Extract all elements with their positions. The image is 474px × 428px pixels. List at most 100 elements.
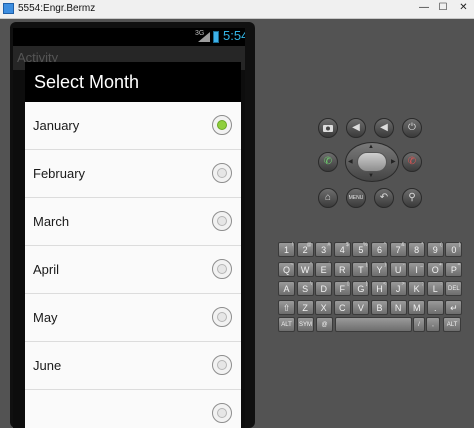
month-option[interactable]: March	[25, 198, 241, 246]
month-radio-button[interactable]	[212, 163, 232, 183]
key-0-2[interactable]: 3 #	[315, 242, 333, 257]
key-3-2[interactable]: X	[315, 300, 333, 315]
key-label: P	[450, 265, 457, 275]
month-option[interactable]: February	[25, 150, 241, 198]
key-2-0[interactable]: A	[278, 281, 295, 296]
key-label: H	[376, 284, 383, 294]
search-button[interactable]: ⚲	[402, 188, 422, 208]
minimize-button[interactable]: —	[415, 1, 433, 15]
key-alt-label: _	[420, 262, 424, 268]
alt-right-key[interactable]: ALT	[443, 317, 461, 332]
key-2-5[interactable]: H <	[371, 281, 388, 296]
key-3-0[interactable]: ⇧	[278, 300, 295, 315]
month-radio-button[interactable]	[212, 259, 232, 279]
speaker-low-icon: ◀	[352, 122, 360, 133]
key-alt-label: @	[306, 242, 312, 248]
volume-down-button[interactable]: ◀	[346, 118, 366, 138]
key-0-8[interactable]: 9(	[426, 242, 444, 257]
home-button[interactable]: ⌂	[318, 188, 338, 208]
key-3-7[interactable]: M	[408, 300, 426, 315]
phone-answer-icon: ✆	[323, 156, 333, 167]
space-key[interactable]	[335, 317, 412, 332]
key-label: 3	[321, 245, 327, 255]
month-radio-button[interactable]	[212, 307, 232, 327]
key-1-3[interactable]: R	[333, 262, 351, 277]
month-option[interactable]: June	[25, 342, 241, 390]
key-label: 6	[376, 245, 382, 255]
end-call-button[interactable]: ✆	[402, 152, 422, 172]
month-label: June	[33, 358, 62, 373]
key-3-5[interactable]: B	[371, 300, 388, 315]
dpad-left-icon: ◀	[348, 159, 353, 165]
key-3-3[interactable]: C	[333, 300, 351, 315]
comma-key[interactable]: ,	[426, 317, 440, 332]
key-3-1[interactable]: Z	[296, 300, 314, 315]
key-3-8[interactable]: .	[426, 300, 444, 315]
key-3-9[interactable]: ↵	[445, 300, 463, 315]
key-alt-label: #	[327, 242, 331, 248]
month-option[interactable]	[25, 390, 241, 428]
key-label: W	[300, 265, 310, 275]
key-label: E	[320, 265, 327, 275]
camera-button[interactable]	[318, 118, 338, 138]
key-3-6[interactable]: N	[389, 300, 407, 315]
key-2-4[interactable]: G]	[352, 281, 370, 296]
key-2-2[interactable]: D	[315, 281, 333, 296]
back-button[interactable]: ↶	[374, 188, 394, 208]
key-1-7[interactable]: I _	[408, 262, 426, 277]
key-label: Q	[282, 265, 290, 275]
key-2-8[interactable]: L:	[426, 281, 444, 296]
key-2-7[interactable]: K;	[408, 281, 426, 296]
key-alt-label: <	[383, 281, 386, 287]
at-key[interactable]: @	[316, 317, 333, 332]
month-option[interactable]: January	[25, 102, 241, 150]
month-radio-button[interactable]	[212, 403, 232, 423]
key-label: 1	[283, 245, 289, 255]
radio-indicator	[217, 168, 227, 178]
key-0-9[interactable]: 0)	[445, 242, 463, 257]
key-0-3[interactable]: 4 $	[333, 242, 351, 257]
key-1-5[interactable]: Y}	[371, 262, 388, 277]
month-option[interactable]: May	[25, 294, 241, 342]
month-radio-button[interactable]	[212, 115, 232, 135]
dpad-center-button[interactable]	[357, 152, 387, 172]
key-2-3[interactable]: F[	[333, 281, 351, 296]
key-alt-label: -	[402, 262, 405, 268]
month-radio-button[interactable]	[212, 355, 232, 375]
key-3-4[interactable]: V	[352, 300, 370, 315]
call-button[interactable]: ✆	[318, 152, 338, 172]
key-1-2[interactable]: E ´	[315, 262, 333, 277]
key-1-8[interactable]: O +	[426, 262, 444, 277]
key-1-1[interactable]: W "	[296, 262, 314, 277]
key-1-6[interactable]: U-	[389, 262, 407, 277]
key-0-0[interactable]: 1!	[278, 242, 295, 257]
key-2-1[interactable]: S \	[296, 281, 314, 296]
menu-button[interactable]: MENU	[346, 188, 366, 208]
power-button[interactable]: ⏻	[402, 118, 422, 138]
radio-indicator	[217, 264, 227, 274]
key-0-1[interactable]: 2 @	[296, 242, 314, 257]
key-1-9[interactable]: P =	[445, 262, 463, 277]
month-option[interactable]: April	[25, 246, 241, 294]
key-1-0[interactable]: Q ~	[278, 262, 295, 277]
month-radio-button[interactable]	[212, 211, 232, 231]
key-alt-label: {	[365, 262, 368, 268]
home-icon: ⌂	[324, 192, 332, 203]
key-1-4[interactable]: T{	[352, 262, 370, 277]
key-0-6[interactable]: 7 &	[389, 242, 407, 257]
power-icon: ⏻	[408, 122, 416, 133]
key-alt-label: [	[347, 281, 349, 287]
month-label: April	[33, 262, 60, 277]
key-label: 0	[451, 245, 457, 255]
key-2-6[interactable]: J >	[389, 281, 407, 296]
key-2-9[interactable]: DEL	[445, 281, 463, 296]
close-button[interactable]: ✕	[453, 1, 474, 15]
key-0-5[interactable]: 6 ^	[371, 242, 388, 257]
alt-left-key[interactable]: ALT	[278, 317, 295, 332]
slash-key[interactable]: /	[413, 317, 425, 332]
key-0-7[interactable]: 8 *	[408, 242, 426, 257]
key-0-4[interactable]: 5%	[352, 242, 370, 257]
maximize-button[interactable]: ☐	[434, 1, 452, 15]
sym-key[interactable]: SYM	[297, 317, 314, 332]
volume-up-button[interactable]: ◀	[374, 118, 394, 138]
